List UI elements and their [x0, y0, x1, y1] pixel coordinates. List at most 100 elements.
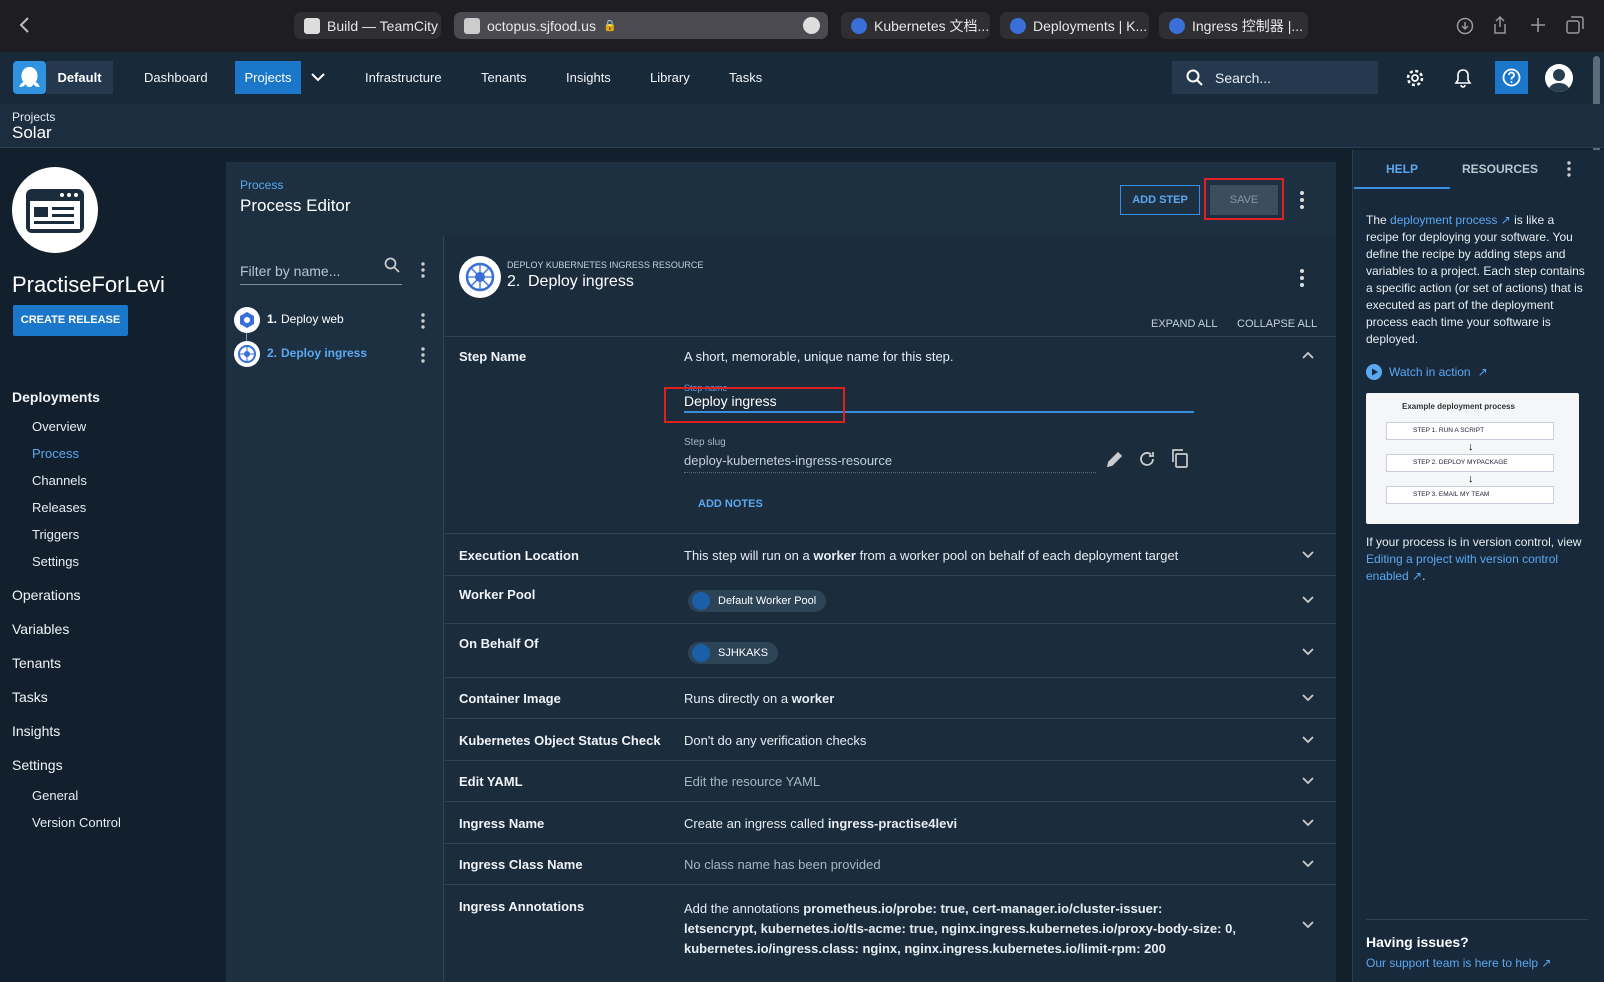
add-step-button[interactable]: ADD STEP — [1120, 185, 1200, 215]
watch-in-action-link[interactable]: Watch in action ↗ — [1366, 364, 1488, 380]
gear-icon[interactable] — [1405, 68, 1425, 88]
sidebar-item-tenants[interactable]: Tenants — [12, 655, 61, 671]
collapse-all-button[interactable]: COLLAPSE ALL — [1237, 318, 1317, 330]
chevron-down-icon[interactable] — [1302, 819, 1314, 831]
breadcrumb-current: Solar — [12, 123, 52, 142]
sidebar-item-overview[interactable]: Overview — [32, 419, 86, 434]
browser-tab-kubernetes-docs[interactable]: Kubernetes 文档... — [841, 12, 990, 39]
nav-infrastructure[interactable]: Infrastructure — [365, 52, 442, 104]
sidebar-item-general[interactable]: General — [32, 788, 78, 803]
version-control-link[interactable]: Editing a project with version control e… — [1366, 552, 1558, 583]
deployment-process-link[interactable]: deployment process — [1390, 213, 1497, 227]
worker-pool-chip: Default Worker Pool — [688, 590, 827, 612]
nav-projects[interactable]: Projects — [235, 61, 301, 94]
chevron-up-icon[interactable] — [1302, 351, 1314, 363]
avatar[interactable] — [1545, 64, 1573, 92]
search-icon — [1186, 69, 1204, 87]
chevron-down-icon[interactable] — [1302, 860, 1314, 872]
sidebar-item-tasks[interactable]: Tasks — [12, 689, 48, 705]
sidebar-item-version-control[interactable]: Version Control — [32, 815, 121, 830]
chevron-down-icon[interactable] — [1302, 596, 1314, 608]
step-more-icon[interactable] — [1300, 269, 1304, 287]
execution-location-label: Execution Location — [459, 548, 579, 563]
sidebar-item-insights[interactable]: Insights — [12, 723, 60, 739]
copy-icon[interactable] — [1170, 448, 1190, 468]
status-check-row[interactable]: Kubernetes Object Status Check Don't do … — [445, 718, 1336, 760]
sidebar-item-variables[interactable]: Variables — [12, 621, 69, 637]
save-button[interactable]: SAVE — [1210, 185, 1278, 215]
example-process-diagram[interactable]: Example deployment process STEP 1. RUN A… — [1366, 393, 1579, 524]
sidebar-item-triggers[interactable]: Triggers — [32, 527, 79, 542]
help-icon[interactable] — [1495, 61, 1528, 94]
chevron-down-icon[interactable] — [1302, 551, 1314, 563]
chevron-down-icon[interactable] — [1302, 921, 1314, 933]
step-name-label: Step Name — [459, 349, 527, 364]
edit-yaml-row[interactable]: Edit YAML Edit the resource YAML — [445, 760, 1336, 801]
support-link[interactable]: Our support team is here to help ↗ — [1366, 956, 1551, 970]
diagram-step: STEP 2. DEPLOY MYPACKAGE — [1386, 454, 1554, 472]
nav-library[interactable]: Library — [650, 52, 690, 104]
browser-tab-octopus[interactable]: octopus.sjfood.us 🔒 — [454, 12, 828, 39]
kubernetes-icon — [234, 307, 260, 333]
pencil-icon[interactable] — [1106, 450, 1124, 468]
bell-icon[interactable] — [1454, 68, 1472, 88]
sidebar-item-operations[interactable]: Operations — [12, 587, 80, 603]
breadcrumb: Projects Solar — [0, 104, 1604, 148]
create-release-button[interactable]: CREATE RELEASE — [13, 305, 128, 336]
step-type-label: DEPLOY KUBERNETES INGRESS RESOURCE — [507, 260, 704, 270]
download-icon[interactable] — [1456, 17, 1474, 35]
space-selector[interactable]: Default — [46, 61, 113, 94]
ingress-annotations-value: Add the annotations prometheus.io/probe:… — [684, 901, 1236, 956]
chevron-down-icon[interactable] — [311, 72, 325, 82]
chevron-down-icon[interactable] — [1302, 648, 1314, 660]
nav-tenants[interactable]: Tenants — [481, 52, 527, 104]
ingress-class-row[interactable]: Ingress Class Name No class name has bee… — [445, 843, 1336, 884]
tab-resources[interactable]: RESOURCES — [1450, 150, 1550, 189]
octopus-logo-icon[interactable] — [13, 61, 46, 94]
container-image-row[interactable]: Container Image Runs directly on a worke… — [445, 677, 1336, 718]
on-behalf-of-row[interactable]: On Behalf Of SJHKAKS — [445, 623, 1336, 677]
process-breadcrumb[interactable]: Process — [240, 178, 283, 192]
worker-pool-row[interactable]: Worker Pool Default Worker Pool — [445, 575, 1336, 623]
ingress-annotations-row[interactable]: Ingress Annotations Add the annotations … — [445, 884, 1336, 966]
tab-help[interactable]: HELP — [1354, 150, 1450, 189]
process-more-icon[interactable] — [1300, 191, 1304, 209]
nav-tasks[interactable]: Tasks — [729, 52, 762, 104]
sidebar-item-settings[interactable]: Settings — [12, 757, 63, 773]
step-more-icon[interactable] — [421, 313, 425, 329]
filter-more-icon[interactable] — [421, 262, 425, 278]
nav-insights[interactable]: Insights — [566, 52, 611, 104]
new-tab-icon[interactable] — [1530, 17, 1546, 33]
sidebar-item-process[interactable]: Process — [32, 446, 79, 461]
filter-input[interactable]: Filter by name... — [240, 255, 402, 285]
nav-dashboard[interactable]: Dashboard — [144, 52, 208, 104]
sidebar-item-deployments[interactable]: Deployments — [12, 389, 100, 405]
chevron-down-icon[interactable] — [1302, 777, 1314, 789]
step-list-item[interactable]: 2. Deploy ingress — [232, 341, 432, 367]
step-more-icon[interactable] — [421, 347, 425, 363]
search-box[interactable]: Search... — [1172, 61, 1378, 94]
breadcrumb-parent[interactable]: Projects — [12, 110, 55, 124]
browser-tab-ingress[interactable]: Ingress 控制器 |... — [1159, 12, 1308, 39]
step-type-icon — [459, 256, 501, 298]
add-notes-button[interactable]: ADD NOTES — [698, 498, 763, 510]
sidebar-item-settings-deploy[interactable]: Settings — [32, 554, 79, 569]
share-icon[interactable] — [1492, 15, 1508, 35]
help-more-icon[interactable] — [1567, 161, 1571, 177]
more-icon[interactable] — [803, 17, 820, 34]
chevron-down-icon[interactable] — [1302, 736, 1314, 748]
execution-location-row[interactable]: Execution Location This step will run on… — [445, 533, 1336, 575]
refresh-icon[interactable] — [1138, 450, 1156, 468]
ingress-name-row[interactable]: Ingress Name Create an ingress called in… — [445, 801, 1336, 843]
play-icon — [1366, 364, 1382, 380]
browser-tab-deployments[interactable]: Deployments | K... — [1000, 12, 1149, 39]
sidebar-item-releases[interactable]: Releases — [32, 500, 86, 515]
chevron-down-icon[interactable] — [1302, 694, 1314, 706]
external-link-icon: ↗ — [1408, 569, 1423, 583]
expand-all-button[interactable]: EXPAND ALL — [1151, 318, 1217, 330]
sidebar-item-channels[interactable]: Channels — [32, 473, 87, 488]
tab-overview-icon[interactable] — [1566, 16, 1584, 34]
back-icon[interactable] — [18, 16, 32, 34]
step-list-item[interactable]: 1. Deploy web — [232, 307, 432, 333]
browser-tab-teamcity[interactable]: Build — TeamCity — [294, 12, 441, 39]
